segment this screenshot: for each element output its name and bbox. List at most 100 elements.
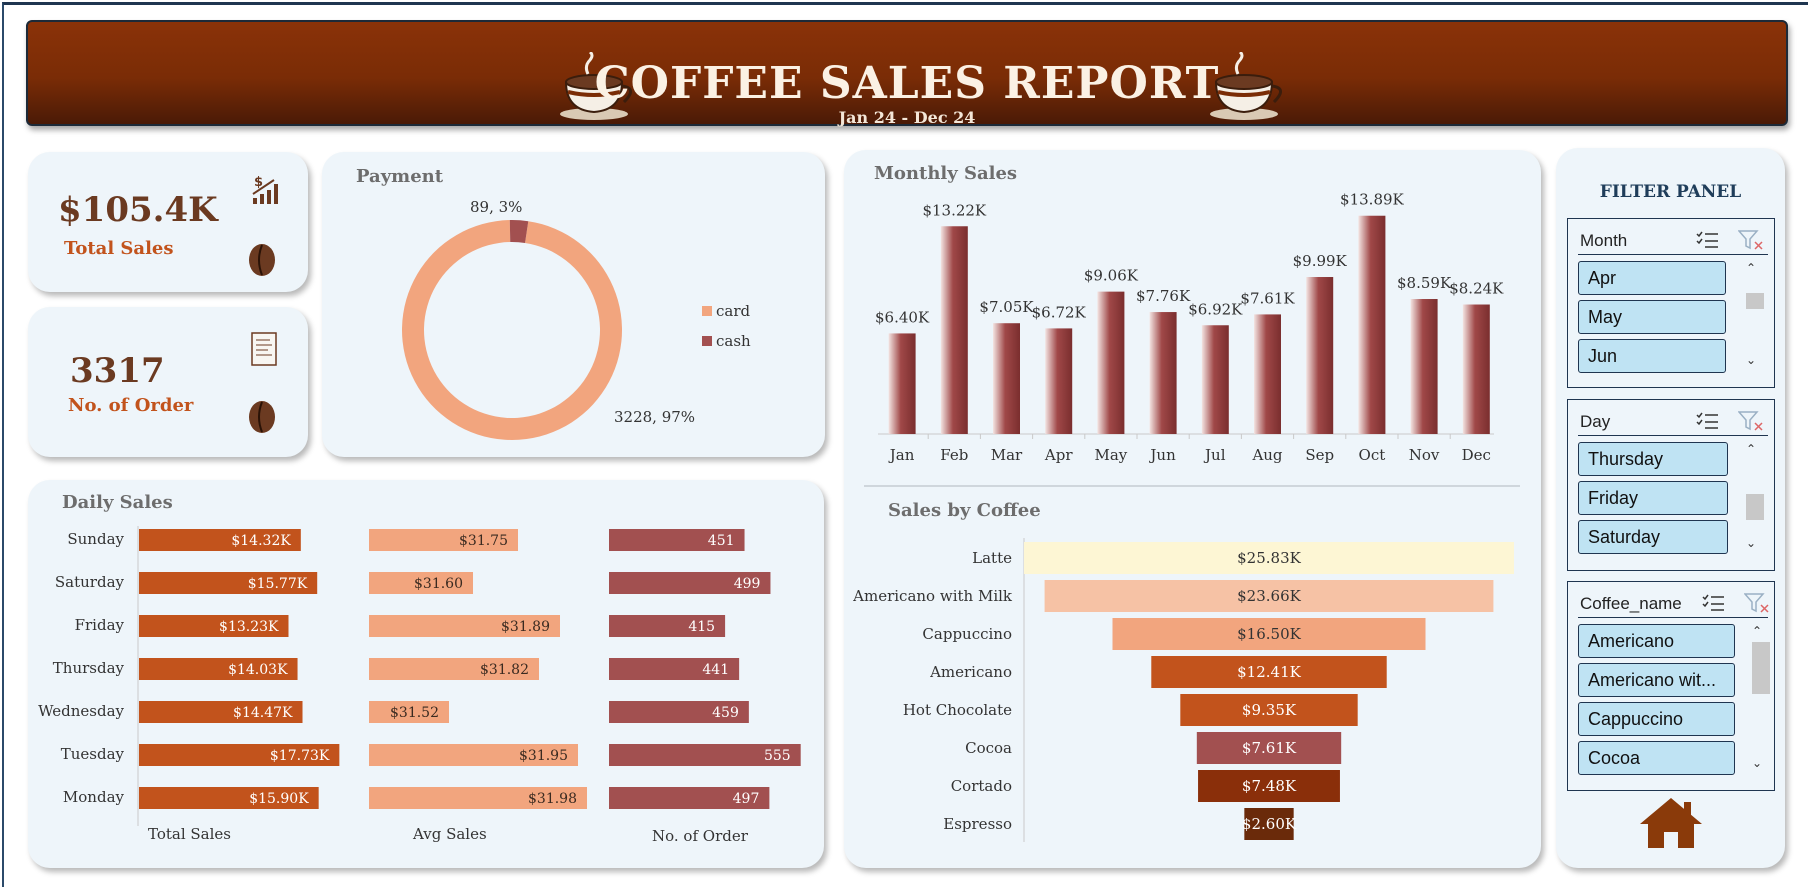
daily-bar-label: $14.47K [233, 705, 293, 721]
coffee-slicer-item-americano[interactable]: Americano [1578, 624, 1735, 658]
scroll-up-icon[interactable]: ⌃ [1746, 261, 1756, 275]
coffee-bar-label: $12.41K [1237, 663, 1301, 681]
monthly-bar [888, 333, 916, 434]
monthly-bar-label: $9.06K [1084, 267, 1139, 285]
coffee-category-label: Cortado [951, 777, 1012, 795]
receipt-icon [251, 332, 277, 366]
scroll-down-icon[interactable]: ⌄ [1752, 756, 1762, 770]
coffee-category-label: Americano with Milk [852, 587, 1013, 605]
month-slicer-item-apr[interactable]: Apr [1578, 261, 1726, 295]
total-sales-value: $105.4K [58, 190, 218, 230]
daily-bar-label: $31.95 [519, 748, 568, 764]
orders-label: No. of Order [68, 395, 194, 416]
daily-sales-card: Daily Sales Total Sales Avg Sales No. of… [28, 480, 824, 868]
coffee-name-slicer: Coffee_name Americano Americano wit... C… [1567, 581, 1775, 791]
donut-slice-cash [509, 220, 529, 243]
total-sales-card: $105.4K Total Sales $ [28, 152, 308, 292]
monthly-bar [940, 226, 968, 434]
monthly-bar [1201, 325, 1229, 434]
day-slicer-item-friday[interactable]: Friday [1578, 481, 1728, 515]
section-divider [864, 485, 1520, 487]
monthly-bar [1306, 277, 1334, 434]
report-date-range: Jan 24 - Dec 24 [838, 108, 976, 127]
daily-bar-label: $15.90K [249, 791, 309, 807]
scroll-down-icon[interactable]: ⌄ [1746, 536, 1756, 550]
multi-select-icon[interactable] [1702, 593, 1726, 613]
daily-day-label: Saturday [55, 573, 125, 591]
coffee-cup-icon [1210, 52, 1282, 120]
monthly-bar-label: $8.24K [1449, 280, 1504, 298]
monthly-x-tick: May [1095, 446, 1128, 464]
coffee-slicer-item-cocoa[interactable]: Cocoa [1578, 741, 1735, 775]
clear-filter-icon[interactable] [1738, 229, 1764, 251]
legend-swatch-card [702, 306, 712, 316]
coffee-name-slicer-scroll-thumb[interactable] [1752, 642, 1770, 694]
day-slicer: Day Thursday Friday Saturday ⌃ ⌄ [1567, 399, 1775, 571]
coffee-name-slicer-header: Coffee_name [1578, 588, 1770, 618]
clear-filter-icon[interactable] [1744, 592, 1770, 614]
legend-swatch-cash [702, 336, 712, 346]
multi-select-icon[interactable] [1696, 230, 1720, 250]
monthly-x-tick: Jan [888, 446, 915, 464]
daily-day-label: Thursday [53, 659, 125, 677]
coffee-bean-icon [249, 401, 275, 433]
monthly-x-tick: Nov [1409, 446, 1440, 464]
coffee-bar-label: $7.48K [1242, 777, 1297, 795]
monthly-bar-label: $13.89K [1340, 191, 1404, 209]
coffee-category-label: Latte [972, 549, 1012, 567]
scroll-up-icon[interactable]: ⌃ [1752, 624, 1762, 638]
coffee-category-label: Americano [929, 663, 1012, 681]
monthly-x-tick: Apr [1044, 446, 1073, 464]
monthly-bar-label: $13.22K [922, 201, 986, 219]
orders-value: 3317 [70, 351, 165, 391]
daily-bar-label: $14.03K [228, 662, 288, 678]
coffee-slicer-item-americano-with-milk[interactable]: Americano wit... [1578, 663, 1735, 697]
daily-bar-label: $31.82 [480, 662, 529, 678]
monthly-bar [1358, 215, 1386, 434]
month-slicer-scroll-thumb[interactable] [1746, 293, 1764, 309]
daily-day-label: Monday [63, 788, 125, 806]
sales-by-coffee-title: Sales by Coffee [888, 500, 1041, 521]
day-slicer-scroll-thumb[interactable] [1746, 494, 1764, 520]
scroll-up-icon[interactable]: ⌃ [1746, 442, 1756, 456]
legend-label-cash: cash [716, 332, 751, 350]
orders-card: 3317 No. of Order [28, 307, 308, 457]
month-slicer-item-may[interactable]: May [1578, 300, 1726, 334]
daily-sales-chart: Total Sales Avg Sales No. of Order Sunda… [38, 526, 801, 845]
coffee-category-label: Hot Chocolate [903, 701, 1012, 719]
clear-filter-icon[interactable] [1738, 410, 1764, 432]
home-icon[interactable] [1638, 796, 1704, 850]
monthly-x-tick: Jul [1203, 446, 1226, 464]
month-slicer-item-jun[interactable]: Jun [1578, 339, 1726, 373]
day-slicer-scrollbar[interactable]: ⌃ ⌄ [1742, 442, 1764, 558]
monthly-x-tick: Feb [940, 446, 968, 464]
filter-panel-title: FILTER PANEL [1599, 182, 1742, 202]
day-slicer-item-saturday[interactable]: Saturday [1578, 520, 1728, 554]
payment-donut-chart: 89, 3% 3228, 97% card cash [401, 198, 751, 440]
daily-day-label: Sunday [67, 530, 124, 548]
daily-bar-label: $13.23K [219, 619, 279, 635]
monthly-bar [1097, 291, 1125, 434]
monthly-bar [1149, 312, 1177, 434]
daily-bar-label: $31.75 [459, 533, 508, 549]
multi-select-icon[interactable] [1696, 411, 1720, 431]
report-title: COFFEE SALES REPORT [594, 58, 1220, 109]
dollar-chart-icon: $ [252, 175, 278, 204]
coffee-bar-label: $16.50K [1237, 625, 1301, 643]
coffee-slicer-item-cappuccino[interactable]: Cappuccino [1578, 702, 1735, 736]
donut-label-cash: 89, 3% [470, 198, 522, 216]
monthly-x-tick: Oct [1359, 446, 1386, 464]
coffee-bar-label: $9.35K [1242, 701, 1297, 719]
daily-axis-title-total: Total Sales [148, 825, 231, 843]
coffee-bar-label: $2.60K [1242, 815, 1297, 833]
monthly-bar-label: $6.92K [1188, 300, 1243, 318]
daily-bar-label: 459 [712, 705, 739, 721]
day-slicer-item-thursday[interactable]: Thursday [1578, 442, 1728, 476]
monthly-coffee-card: Monthly Sales $6.40K Jan $13.22K Feb $7.05K M… [844, 150, 1541, 868]
month-slicer-scrollbar[interactable]: ⌃ ⌄ [1742, 261, 1764, 375]
scroll-down-icon[interactable]: ⌄ [1746, 353, 1756, 367]
day-slicer-title: Day [1580, 412, 1611, 431]
monthly-bar-label: $6.72K [1032, 303, 1087, 321]
coffee-name-slicer-scrollbar[interactable]: ⌃ ⌄ [1748, 624, 1770, 776]
monthly-x-tick: Dec [1462, 446, 1491, 464]
